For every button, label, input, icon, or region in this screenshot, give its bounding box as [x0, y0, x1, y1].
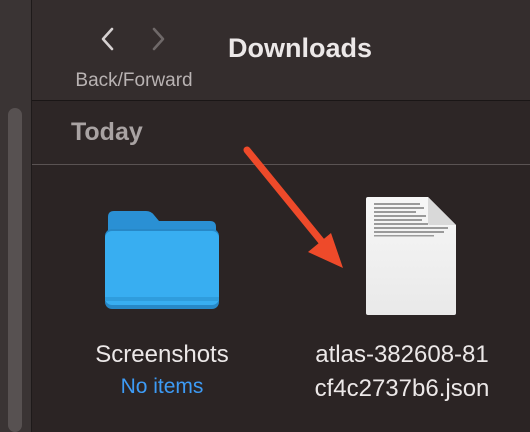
- chevron-left-icon: [101, 27, 114, 51]
- item-name-line2: cf4c2737b6.json: [314, 375, 490, 402]
- back-forward-label: Back/Forward: [75, 70, 193, 91]
- sidebar-scrollbar[interactable]: [8, 108, 22, 432]
- json-file-icon: [366, 197, 456, 315]
- section-header: Today: [32, 101, 530, 165]
- item-name: Screenshots: [95, 341, 229, 368]
- forward-button[interactable]: [142, 22, 174, 56]
- file-grid: Screenshots No items atlas-382608-81 cf4…: [32, 165, 530, 432]
- toolbar: Back/Forward Downloads: [32, 0, 530, 101]
- folder-icon: [105, 211, 219, 309]
- file-item-json[interactable]: atlas-382608-81 cf4c2737b6.json: [282, 165, 522, 432]
- chevron-right-icon: [152, 27, 165, 51]
- item-subtitle: No items: [120, 375, 204, 398]
- sidebar-edge: [0, 0, 32, 432]
- item-name-line1: atlas-382608-81: [315, 341, 489, 368]
- finder-window: Back/Forward Downloads Today Screenshots…: [0, 0, 530, 432]
- item-name: atlas-382608-81 cf4c2737b6.json: [282, 338, 522, 406]
- folder-item-screenshots[interactable]: Screenshots No items: [72, 165, 252, 432]
- back-button[interactable]: [92, 22, 124, 56]
- section-title: Today: [71, 118, 143, 146]
- window-title: Downloads: [228, 33, 373, 63]
